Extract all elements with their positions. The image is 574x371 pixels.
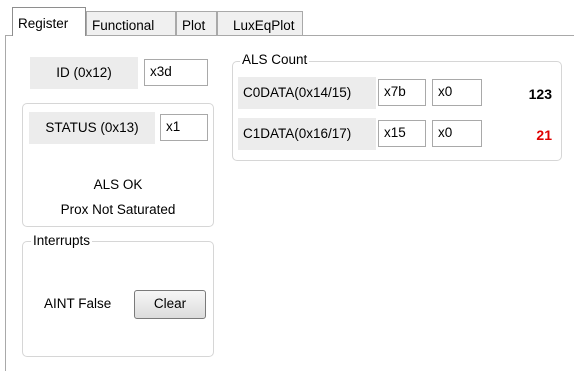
interrupts-title: Interrupts <box>31 233 93 248</box>
als-status-text: ALS OK <box>93 177 143 192</box>
als-count-title: ALS Count <box>240 52 310 67</box>
prox-status-text: Prox Not Saturated <box>60 202 176 217</box>
c1data-label: C1DATA(0x16/17) <box>238 118 376 150</box>
c1data-high-field[interactable]: x15 <box>378 120 426 147</box>
tab-plot-label: Plot <box>182 18 206 33</box>
aint-status-text: AINT False <box>44 296 112 311</box>
id-label: ID (0x12) <box>30 57 138 89</box>
tab-strip: Register Functional Plot LuxEqPlot <box>0 0 574 36</box>
c0-count-value: 123 <box>528 86 552 102</box>
status-value-field[interactable]: x1 <box>160 114 208 141</box>
c0data-high-field[interactable]: x7b <box>378 79 426 106</box>
c1data-low-field[interactable]: x0 <box>432 120 482 147</box>
tab-plot[interactable]: Plot <box>176 11 217 35</box>
clear-button[interactable]: Clear <box>134 290 206 319</box>
c0data-low-field[interactable]: x0 <box>432 79 482 106</box>
tab-register[interactable]: Register <box>12 7 86 36</box>
tab-register-label: Register <box>18 16 69 31</box>
tab-luxeqplot[interactable]: LuxEqPlot <box>217 11 303 35</box>
tab-functional[interactable]: Functional <box>86 11 176 35</box>
status-label: STATUS (0x13) <box>29 112 155 144</box>
c0data-label: C0DATA(0x14/15) <box>238 77 376 109</box>
id-value-field[interactable]: x3d <box>144 59 208 86</box>
tab-luxeqplot-label: LuxEqPlot <box>233 18 295 33</box>
c1-count-value: 21 <box>536 127 552 143</box>
tab-functional-label: Functional <box>92 18 155 33</box>
